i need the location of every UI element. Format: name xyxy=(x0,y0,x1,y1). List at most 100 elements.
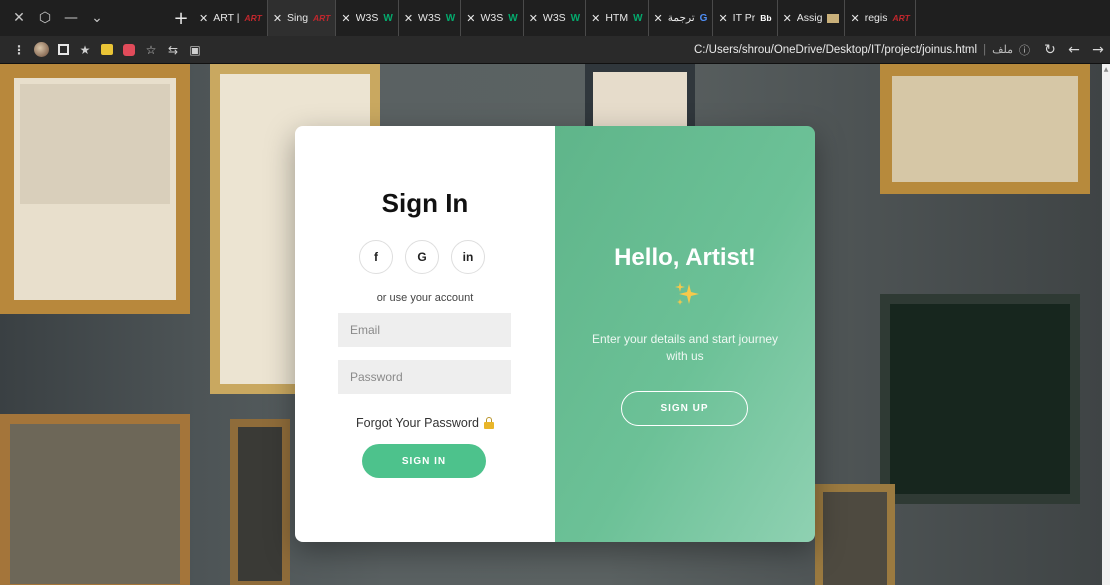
tab-close-icon[interactable]: ✕ xyxy=(591,12,600,25)
tab-favicon-icon: W xyxy=(445,12,456,24)
tab-favicon-icon: G xyxy=(699,12,708,24)
tab-favicon-icon: ART xyxy=(892,13,910,23)
email-field[interactable] xyxy=(338,313,511,347)
address-bar[interactable]: C:/Users/shrou/OneDrive/Desktop/IT/proje… xyxy=(694,36,1030,64)
wall-frame xyxy=(815,484,895,585)
tab-title: ART | xyxy=(213,12,240,24)
scroll-up-icon[interactable]: ▲ xyxy=(1103,67,1109,73)
tab-close-icon[interactable]: ✕ xyxy=(783,12,792,25)
new-tab-button[interactable]: + xyxy=(168,0,194,36)
tab-title: IT Pr xyxy=(732,12,756,24)
tab-title: W3S xyxy=(542,12,566,24)
wall-frame xyxy=(880,294,1080,504)
browser-tab[interactable]: ✕ regis ART xyxy=(845,0,916,36)
tab-favicon-icon: W xyxy=(570,12,581,24)
tab-favicon-icon: Bb xyxy=(760,13,772,23)
collections-icon[interactable]: ⇆ xyxy=(162,36,184,64)
signin-button[interactable]: SIGN IN xyxy=(362,444,486,478)
favorite-star-icon[interactable]: ☆ xyxy=(140,36,162,64)
tab-favicon-icon: ART xyxy=(244,13,262,23)
close-window-icon[interactable]: ✕ xyxy=(6,0,32,36)
extension-red-icon[interactable] xyxy=(118,36,140,64)
pin-icon[interactable]: ★ xyxy=(74,36,96,64)
browser-tab[interactable]: ✕ ترجمة G xyxy=(649,0,714,36)
avatar xyxy=(33,42,49,57)
tab-close-icon[interactable]: ✕ xyxy=(273,12,282,25)
wall-frame xyxy=(20,84,170,204)
welcome-text: Enter your details and start journey wit… xyxy=(591,332,779,363)
wall-frame xyxy=(230,419,290,585)
browser-tab[interactable]: ✕ IT Pr Bb xyxy=(713,0,778,36)
signup-button[interactable]: SIGN UP xyxy=(621,391,748,426)
tab-list-chevron-down-icon[interactable]: ⌄ xyxy=(84,0,110,36)
minimize-window-icon[interactable]: — xyxy=(58,0,84,36)
tab-strip: ✕ ART | ART ✕ Sing ART ✕ W3S W ✕ W3S W ✕ W3S W ✕ W3S W ✕ HT… xyxy=(194,0,916,36)
restore-window-icon[interactable]: ⬡ xyxy=(32,0,58,36)
tab-title: W3S xyxy=(418,12,441,24)
site-info-icon[interactable]: ⓘ xyxy=(1019,42,1030,58)
tab-favicon-icon: W xyxy=(633,12,643,24)
extension-icon xyxy=(101,44,113,55)
tab-title: ترجمة xyxy=(667,12,695,24)
square-icon xyxy=(57,44,69,55)
profile-avatar[interactable] xyxy=(30,36,52,64)
forward-arrow-icon[interactable]: → xyxy=(1086,36,1110,64)
tab-close-icon[interactable]: ✕ xyxy=(404,12,413,25)
back-arrow-icon[interactable]: ← xyxy=(1062,36,1086,64)
wall-frame xyxy=(0,414,190,585)
tab-favicon-icon: ART xyxy=(313,13,331,23)
address-separator: | xyxy=(983,43,987,56)
forgot-password-text: Forgot Your Password xyxy=(356,416,479,430)
lock-icon xyxy=(484,417,494,429)
browser-tab[interactable]: ✕ W3S W xyxy=(336,0,399,36)
browser-tab[interactable]: ✕ Sing ART xyxy=(267,0,337,36)
tab-title: W3S xyxy=(480,12,504,24)
forgot-password-link[interactable]: Forgot Your Password xyxy=(295,416,555,430)
browser-tab[interactable]: ✕ W3S W xyxy=(524,0,587,36)
wall-frame xyxy=(880,64,1090,194)
tab-title: HTM xyxy=(605,12,629,24)
tab-favicon-icon xyxy=(827,13,840,23)
signin-panel: Sign In f G in or use your account Forgo… xyxy=(295,126,555,542)
password-field[interactable] xyxy=(338,360,511,394)
browser-tab-bar: ✕ ⬡ — ⌄ + ✕ ART | ART ✕ Sing ART ✕ W3S W ✕ W3S W ✕ W3… xyxy=(0,0,1110,36)
signin-title: Sign In xyxy=(381,188,469,218)
auth-card: Sign In f G in or use your account Forgo… xyxy=(295,126,815,542)
sidebar-toggle-icon[interactable] xyxy=(52,36,74,64)
page-scrollbar[interactable] xyxy=(1102,64,1110,585)
tab-title: Assig xyxy=(796,12,823,24)
tab-close-icon[interactable]: ✕ xyxy=(529,12,538,25)
browser-tab[interactable]: ✕ HTM W xyxy=(586,0,649,36)
screenshot-icon[interactable]: ▣ xyxy=(184,36,206,64)
facebook-login-button[interactable]: f xyxy=(359,240,393,274)
linkedin-login-button[interactable]: in xyxy=(451,240,485,274)
tab-title: W3S xyxy=(355,12,379,24)
tab-close-icon[interactable]: ✕ xyxy=(199,12,208,25)
extension-icon xyxy=(123,43,135,56)
sparkle-icon xyxy=(675,282,699,305)
browser-tab[interactable]: ✕ Assig xyxy=(778,0,846,36)
more-menu-icon[interactable]: ⋮ xyxy=(8,36,30,64)
browser-tab[interactable]: ✕ W3S W xyxy=(399,0,462,36)
welcome-title: Hello, Artist! xyxy=(614,244,756,271)
extension-yellow-icon[interactable] xyxy=(96,36,118,64)
tab-title: regis xyxy=(864,12,888,24)
tab-close-icon[interactable]: ✕ xyxy=(341,12,350,25)
wall-frame xyxy=(585,64,695,134)
browser-tab[interactable]: ✕ ART | ART xyxy=(194,0,268,36)
tab-close-icon[interactable]: ✕ xyxy=(850,12,859,25)
google-login-button[interactable]: G xyxy=(405,240,439,274)
address-url[interactable]: C:/Users/shrou/OneDrive/Desktop/IT/proje… xyxy=(694,44,977,56)
tab-title: Sing xyxy=(287,12,309,24)
tab-favicon-icon: W xyxy=(383,12,393,24)
reload-icon[interactable]: ↻ xyxy=(1038,36,1062,64)
social-login-group: f G in xyxy=(359,240,485,274)
browser-toolbar: ⋮ ★ ☆ ⇆ ▣ C:/Users/shrou/OneDrive/Deskto… xyxy=(0,36,1110,64)
tab-favicon-icon: W xyxy=(508,12,518,24)
tab-close-icon[interactable]: ✕ xyxy=(466,12,475,25)
address-protocol-label: ملف xyxy=(992,44,1013,56)
browser-tab[interactable]: ✕ W3S W xyxy=(461,0,524,36)
tab-close-icon[interactable]: ✕ xyxy=(718,12,727,25)
tab-close-icon[interactable]: ✕ xyxy=(654,12,663,25)
welcome-panel: Hello, Artist! Enter your details and st… xyxy=(555,126,815,542)
